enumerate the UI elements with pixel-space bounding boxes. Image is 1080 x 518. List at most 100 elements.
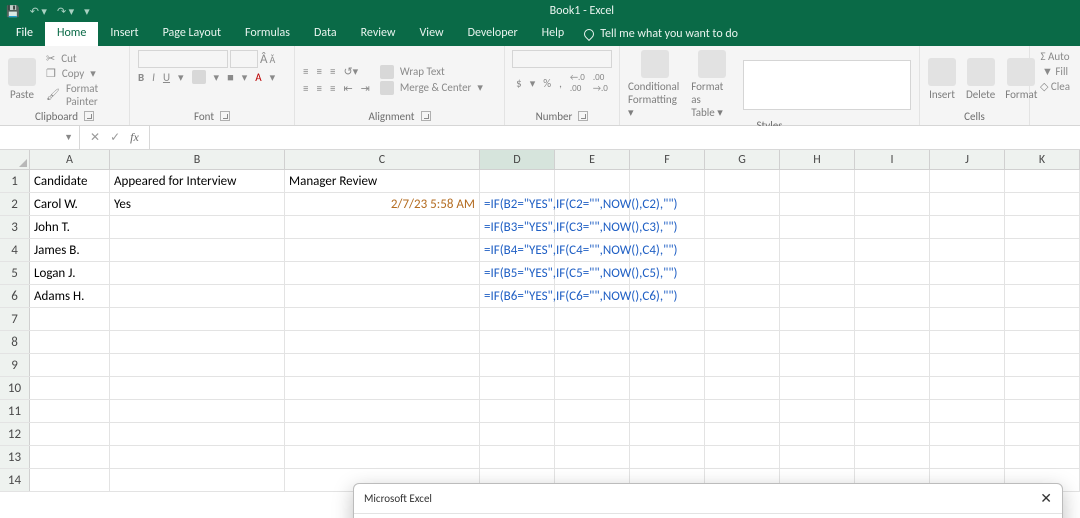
cancel-formula-icon[interactable]: ✕: [90, 130, 100, 145]
undo-icon[interactable]: ↶ ▾: [30, 5, 47, 18]
cell[interactable]: [110, 331, 285, 353]
align-top-icon[interactable]: ≡: [303, 65, 308, 78]
cell[interactable]: [110, 262, 285, 284]
border-button[interactable]: [192, 70, 206, 84]
tab-formulas[interactable]: Formulas: [233, 22, 302, 46]
font-color-button[interactable]: A: [255, 71, 261, 84]
cell[interactable]: [930, 400, 1005, 422]
cell[interactable]: [855, 285, 930, 307]
col-header-G[interactable]: G: [705, 150, 780, 169]
cell[interactable]: [780, 262, 855, 284]
cell[interactable]: [285, 400, 480, 422]
col-header-J[interactable]: J: [930, 150, 1005, 169]
cell[interactable]: [480, 308, 555, 330]
row-header[interactable]: 3: [0, 216, 30, 238]
tab-developer[interactable]: Developer: [456, 22, 530, 46]
cell[interactable]: [1005, 377, 1080, 399]
cell[interactable]: [555, 354, 630, 376]
cell[interactable]: [780, 446, 855, 468]
cell-styles-gallery[interactable]: [743, 60, 911, 110]
col-header-K[interactable]: K: [1005, 150, 1080, 169]
cut-button[interactable]: ✂Cut: [46, 52, 121, 65]
cell[interactable]: [705, 400, 780, 422]
row-header[interactable]: 2: [0, 193, 30, 215]
col-header-I[interactable]: I: [855, 150, 930, 169]
cell[interactable]: [1005, 331, 1080, 353]
cell[interactable]: 2/7/23 5:58 AM: [285, 193, 480, 215]
cell[interactable]: [780, 308, 855, 330]
copy-button[interactable]: ❐Copy ▾: [46, 67, 121, 80]
cell[interactable]: [930, 377, 1005, 399]
decrease-font-icon[interactable]: Ǎ: [270, 53, 276, 66]
decrease-decimal-button[interactable]: .00→.0: [593, 72, 608, 94]
tab-view[interactable]: View: [408, 22, 456, 46]
col-header-C[interactable]: C: [285, 150, 480, 169]
increase-indent-icon[interactable]: ⇥: [361, 82, 370, 95]
font-size-dropdown[interactable]: [230, 50, 258, 68]
align-left-icon[interactable]: ≡: [303, 82, 308, 95]
cell[interactable]: [1005, 193, 1080, 215]
orientation-icon[interactable]: ↺▾: [343, 65, 358, 78]
insert-cells-button[interactable]: Insert: [928, 58, 956, 101]
cell[interactable]: [630, 377, 705, 399]
clipboard-dialog-launcher[interactable]: [84, 111, 94, 121]
cell[interactable]: [1005, 354, 1080, 376]
cell[interactable]: [705, 423, 780, 445]
cell[interactable]: [780, 193, 855, 215]
name-box-dropdown-icon[interactable]: ▼: [64, 132, 73, 143]
cell[interactable]: [30, 423, 110, 445]
cell[interactable]: [1005, 308, 1080, 330]
cell[interactable]: Carol W.: [30, 193, 110, 215]
cell[interactable]: [285, 423, 480, 445]
cell[interactable]: [705, 446, 780, 468]
cell[interactable]: [1005, 285, 1080, 307]
cell[interactable]: [705, 239, 780, 261]
cell[interactable]: [930, 170, 1005, 192]
row-header[interactable]: 14: [0, 469, 30, 491]
col-header-A[interactable]: A: [30, 150, 110, 169]
autosum-button[interactable]: Ʃ Auto: [1040, 50, 1069, 63]
cell[interactable]: [855, 331, 930, 353]
row-header[interactable]: 11: [0, 400, 30, 422]
select-all-corner[interactable]: [0, 150, 30, 169]
row-header[interactable]: 7: [0, 308, 30, 330]
cell[interactable]: [780, 354, 855, 376]
cell[interactable]: [285, 262, 480, 284]
cell[interactable]: =IF(B5="YES",IF(C5="",NOW(),C5),""): [480, 262, 555, 284]
row-header[interactable]: 8: [0, 331, 30, 353]
enter-formula-icon[interactable]: ✓: [110, 130, 120, 145]
cell[interactable]: [285, 331, 480, 353]
cell[interactable]: [110, 423, 285, 445]
cell[interactable]: =IF(B4="YES",IF(C4="",NOW(),C4),""): [480, 239, 555, 261]
tab-home[interactable]: Home: [45, 22, 98, 46]
cell[interactable]: =IF(B2="YES",IF(C2="",NOW(),C2),""): [480, 193, 555, 215]
cell[interactable]: [480, 170, 555, 192]
cell[interactable]: [30, 354, 110, 376]
merge-center-button[interactable]: Merge & Center ▾: [380, 81, 483, 95]
font-family-dropdown[interactable]: [138, 50, 228, 68]
name-box-input[interactable]: [6, 130, 56, 146]
cell[interactable]: [555, 377, 630, 399]
cell[interactable]: [705, 308, 780, 330]
cell[interactable]: [780, 216, 855, 238]
cell[interactable]: [930, 331, 1005, 353]
tab-page-layout[interactable]: Page Layout: [151, 22, 233, 46]
cell[interactable]: [30, 446, 110, 468]
row-header[interactable]: 4: [0, 239, 30, 261]
save-icon[interactable]: 💾: [6, 5, 20, 18]
cell[interactable]: [30, 400, 110, 422]
cell[interactable]: [110, 239, 285, 261]
tell-me[interactable]: Tell me what you want to do: [576, 22, 738, 46]
cell[interactable]: [780, 400, 855, 422]
cell[interactable]: [855, 262, 930, 284]
cell[interactable]: [930, 193, 1005, 215]
cell[interactable]: [630, 170, 705, 192]
cell[interactable]: [110, 400, 285, 422]
cell[interactable]: [555, 170, 630, 192]
cell[interactable]: [780, 377, 855, 399]
cell[interactable]: [930, 354, 1005, 376]
cell[interactable]: [1005, 446, 1080, 468]
cell[interactable]: [705, 354, 780, 376]
align-bottom-icon[interactable]: ≡: [330, 65, 335, 78]
cell[interactable]: Logan J.: [30, 262, 110, 284]
